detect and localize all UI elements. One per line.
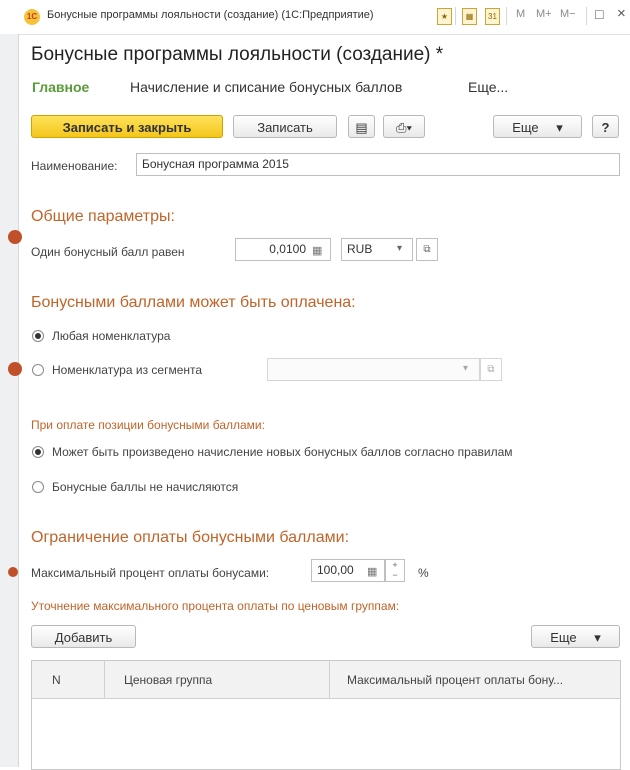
segment-nomenclature-label: Номенклатура из сегмента <box>52 363 203 377</box>
column-max-percent[interactable]: Максимальный процент оплаты бону... <box>347 673 563 687</box>
clarify-heading: Уточнение максимального процента оплаты … <box>31 599 400 613</box>
name-label: Наименование: <box>31 159 118 173</box>
chevron-down-icon: ▾ <box>556 120 563 135</box>
tab-main[interactable]: Главное <box>32 79 89 95</box>
save-button[interactable]: Записать <box>233 115 337 138</box>
column-n[interactable]: N <box>52 673 61 687</box>
calendar-icon[interactable]: 31 <box>485 8 500 25</box>
chevron-down-icon[interactable]: ▾ <box>397 243 402 254</box>
report-icon[interactable]: ▤ <box>348 115 375 138</box>
tab-accrual-writeoff[interactable]: Начисление и списание бонусных баллов <box>130 79 402 95</box>
marker-dot <box>8 362 22 376</box>
price-group-table[interactable]: N Ценовая группа Максимальный процент оп… <box>31 660 621 770</box>
favorite-icon[interactable]: ★ <box>437 8 452 25</box>
open-icon[interactable]: ⧉ <box>480 358 502 381</box>
left-panel-strip <box>0 34 19 767</box>
form-title: Бонусные программы лояльности (создание)… <box>31 44 444 65</box>
titlebar-separator <box>586 7 587 25</box>
calculator-icon[interactable]: ▦ <box>462 8 477 25</box>
any-nomenclature-label: Любая номенклатура <box>52 329 171 343</box>
memory-icon[interactable]: М <box>516 8 525 20</box>
radio-segment-nomenclature[interactable] <box>32 364 44 376</box>
table-more-button[interactable]: Еще ▾ <box>531 625 620 648</box>
marker-dot <box>8 567 18 577</box>
memory-plus-icon[interactable]: М+ <box>536 8 552 20</box>
close-icon[interactable]: × <box>617 5 626 22</box>
general-heading: Общие параметры: <box>31 208 175 225</box>
payment-heading: При оплате позиции бонусными баллами: <box>31 418 265 432</box>
maximize-icon[interactable]: □ <box>595 6 603 22</box>
app-logo-icon: 1С <box>24 9 40 25</box>
accrue-new-label: Может быть произведено начисление новых … <box>52 445 513 459</box>
calculator-icon[interactable]: ▦ <box>367 565 377 578</box>
save-and-close-button[interactable]: Записать и закрыть <box>31 115 223 138</box>
help-button[interactable]: ? <box>592 115 619 138</box>
add-button[interactable]: Добавить <box>31 625 136 648</box>
no-accrue-label: Бонусные баллы не начисляются <box>52 480 239 494</box>
stepper-icon[interactable]: + − <box>385 559 405 582</box>
calculator-icon[interactable]: ▦ <box>312 244 322 257</box>
currency-input[interactable]: RUB <box>341 238 413 261</box>
more-menu-button[interactable]: Еще ▾ <box>493 115 582 138</box>
tab-more[interactable]: Еще... <box>468 79 508 95</box>
name-input[interactable]: Бонусная программа 2015 <box>136 153 620 176</box>
radio-any-nomenclature[interactable] <box>32 330 44 342</box>
open-icon[interactable]: ⧉ <box>416 238 438 261</box>
print-menu-icon[interactable]: ⎙▾ <box>383 115 425 138</box>
more-label: Еще <box>550 630 577 645</box>
marker-dot <box>8 230 22 244</box>
point-value-label: Один бонусный балл равен <box>31 245 185 259</box>
radio-accrue-new[interactable] <box>32 446 44 458</box>
limit-heading: Ограничение оплаты бонусными баллами: <box>31 529 350 546</box>
column-separator <box>104 661 105 698</box>
chevron-down-icon[interactable]: ▾ <box>463 363 468 374</box>
max-percent-label: Максимальный процент оплаты бонусами: <box>31 566 270 580</box>
column-separator <box>329 661 330 698</box>
titlebar-separator <box>506 7 507 25</box>
titlebar-separator <box>455 7 456 25</box>
segment-input[interactable] <box>267 358 480 381</box>
memory-minus-icon[interactable]: М− <box>560 8 576 20</box>
percent-sign: % <box>418 566 429 580</box>
column-price-group[interactable]: Ценовая группа <box>124 673 212 687</box>
window-title: Бонусные программы лояльности (создание)… <box>47 9 374 21</box>
radio-no-accrue[interactable] <box>32 481 44 493</box>
payable-heading: Бонусными баллами может быть оплачена: <box>31 294 356 311</box>
more-label: Еще <box>512 120 539 135</box>
chevron-down-icon: ▾ <box>594 630 601 645</box>
